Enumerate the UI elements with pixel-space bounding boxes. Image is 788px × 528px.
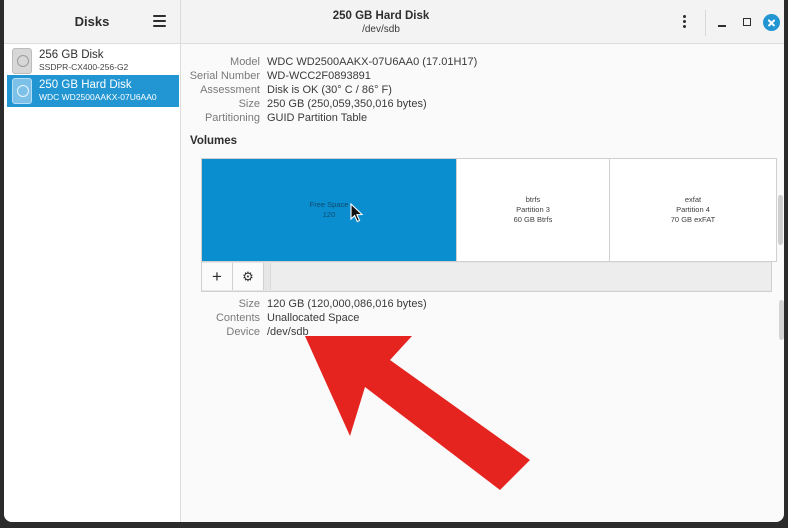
disk-model: WDC WD2500AAKX-07U6AA0 xyxy=(39,92,157,102)
info-value: WD-WCC2F0893891 xyxy=(267,70,371,82)
segment-label: exfat xyxy=(684,195,702,204)
info-label: Serial Number xyxy=(189,70,260,82)
header-bar: 250 GB Hard Disk /dev/sdb xyxy=(181,0,784,44)
toolbar-spacer xyxy=(270,263,771,290)
sidebar-header: Disks xyxy=(4,0,180,44)
volume-toolbar: + ⚙ xyxy=(201,262,772,292)
disk-model: SSDPR-CX400-256-G2 xyxy=(39,62,129,72)
segment-partition: Partition 4 xyxy=(676,205,710,214)
info-row-size: Size 250 GB (250,059,350,016 bytes) xyxy=(185,97,427,111)
volume-map: Free Space 120 btrfs Partition 3 60 GB B… xyxy=(201,158,777,262)
info-label: Size xyxy=(238,98,260,110)
sidebar-item-250gb-hard-disk[interactable]: 250 GB Hard Disk WDC WD2500AAKX-07U6AA0 xyxy=(7,75,179,107)
info-value: GUID Partition Table xyxy=(267,112,368,124)
info-row-partitioning: Partitioning GUID Partition Table xyxy=(185,111,367,125)
info-value: 250 GB (250,059,350,016 bytes) xyxy=(267,98,427,110)
info-value: WDC WD2500AAKX-07U6AA0 (17.01H17) xyxy=(267,56,478,68)
mouse-pointer-icon xyxy=(350,203,364,223)
disk-name: 256 GB Disk xyxy=(39,49,104,61)
volume-info-contents: Contents Unallocated Space xyxy=(185,311,359,325)
info-value: Unallocated Space xyxy=(267,312,360,324)
volumes-heading: Volumes xyxy=(190,135,238,147)
main-scrollbar[interactable] xyxy=(779,300,784,340)
disks-window: Disks 256 GB Disk SSDPR-CX400-256-G2 250… xyxy=(4,0,784,522)
info-label: Contents xyxy=(215,312,260,324)
close-button[interactable] xyxy=(763,14,780,31)
segment-size: 120 xyxy=(322,210,336,219)
main-panel: 250 GB Hard Disk /dev/sdb Model WDC WD25… xyxy=(181,0,784,522)
segment-size: 70 GB exFAT xyxy=(670,215,716,224)
sidebar: Disks 256 GB Disk SSDPR-CX400-256-G2 250… xyxy=(4,0,181,522)
info-row-serial: Serial Number WD-WCC2F0893891 xyxy=(185,69,371,83)
kebab-menu-icon[interactable] xyxy=(681,15,687,31)
volume-segment-free-space[interactable]: Free Space 120 xyxy=(202,159,456,261)
disk-device-path: /dev/sdb xyxy=(362,24,400,35)
hamburger-menu-icon[interactable] xyxy=(153,15,166,27)
info-row-model: Model WDC WD2500AAKX-07U6AA0 (17.01H17) xyxy=(185,55,477,69)
info-value: /dev/sdb xyxy=(267,326,309,338)
plus-icon: + xyxy=(212,266,222,286)
segment-partition: Partition 3 xyxy=(516,205,550,214)
info-row-assessment: Assessment Disk is OK (30° C / 86° F) xyxy=(185,83,392,97)
info-label: Partitioning xyxy=(204,112,260,124)
disk-name: 250 GB Hard Disk xyxy=(39,79,132,91)
info-value: 120 GB (120,000,086,016 bytes) xyxy=(267,298,427,310)
info-label: Size xyxy=(238,298,260,310)
segment-label: btrfs xyxy=(525,195,541,204)
sidebar-title: Disks xyxy=(74,14,110,29)
segment-label: Free Space xyxy=(309,200,349,209)
volume-segment-partition-4[interactable]: exfat Partition 4 70 GB exFAT xyxy=(609,159,776,261)
info-label: Device xyxy=(226,326,260,338)
volume-scrollbar[interactable] xyxy=(778,195,783,245)
disk-drive-icon xyxy=(12,78,32,104)
info-label: Assessment xyxy=(200,84,260,96)
minimize-button[interactable] xyxy=(715,13,731,31)
partition-options-button[interactable]: ⚙ xyxy=(233,263,264,290)
header-separator xyxy=(705,10,706,36)
volume-segment-partition-3[interactable]: btrfs Partition 3 60 GB Btrfs xyxy=(456,159,609,261)
gear-icon: ⚙ xyxy=(242,268,254,284)
sidebar-item-256gb-disk[interactable]: 256 GB Disk SSDPR-CX400-256-G2 xyxy=(7,45,179,77)
disk-drive-icon xyxy=(12,48,32,74)
disk-title: 250 GB Hard Disk xyxy=(332,10,430,22)
info-value: Disk is OK (30° C / 86° F) xyxy=(267,84,392,96)
maximize-button[interactable] xyxy=(739,13,755,31)
volume-info-device: Device /dev/sdb xyxy=(185,325,309,339)
create-partition-button[interactable]: + xyxy=(202,263,233,290)
segment-size: 60 GB Btrfs xyxy=(513,215,553,224)
volume-info-size: Size 120 GB (120,000,086,016 bytes) xyxy=(185,297,427,311)
info-label: Model xyxy=(230,56,260,68)
